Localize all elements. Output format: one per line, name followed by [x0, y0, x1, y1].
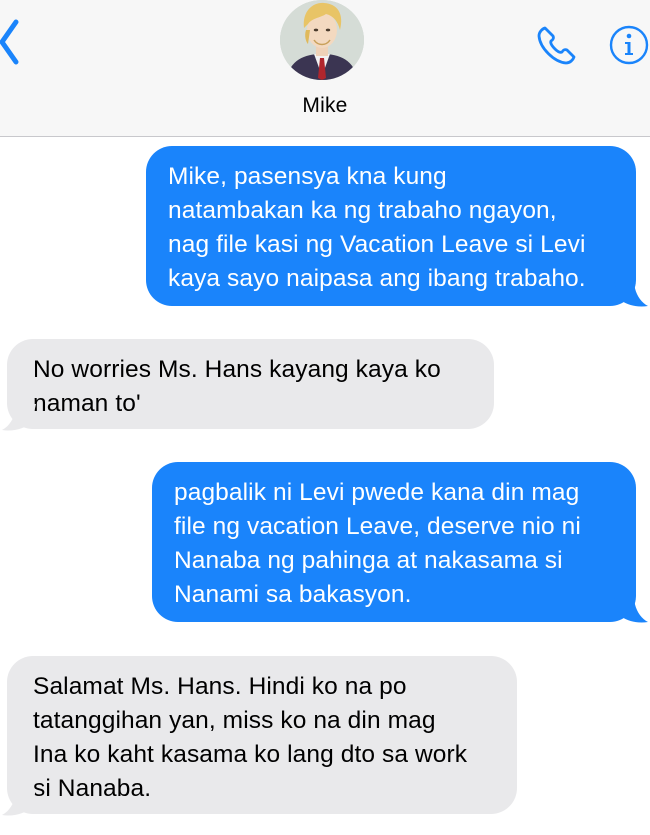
- incoming-message-bubble[interactable]: No worries Ms. Hans kayang kaya ko naman…: [7, 339, 494, 429]
- outgoing-bubble-tail: [614, 280, 648, 307]
- contact-name[interactable]: Mike: [0, 94, 650, 118]
- call-button[interactable]: [534, 22, 580, 68]
- info-button[interactable]: [608, 24, 650, 66]
- avatar[interactable]: [280, 0, 364, 80]
- info-icon: [609, 25, 649, 65]
- chevron-left-icon: [0, 19, 19, 65]
- contact-avatar-image: [280, 0, 364, 80]
- back-button[interactable]: [0, 18, 26, 66]
- incoming-bubble-tail: [2, 404, 36, 431]
- conversation-header: Mike: [0, 0, 650, 137]
- outgoing-bubble-tail: [614, 596, 648, 623]
- outgoing-message-bubble[interactable]: Mike, pasensya kna kung natambakan ka ng…: [146, 146, 636, 306]
- phone-icon: [537, 26, 576, 65]
- incoming-bubble-tail: [2, 789, 36, 816]
- incoming-message-bubble[interactable]: Salamat Ms. Hans. Hindi ko na po tatangg…: [7, 656, 517, 814]
- outgoing-message-bubble[interactable]: pagbalik ni Levi pwede kana din mag file…: [152, 462, 636, 622]
